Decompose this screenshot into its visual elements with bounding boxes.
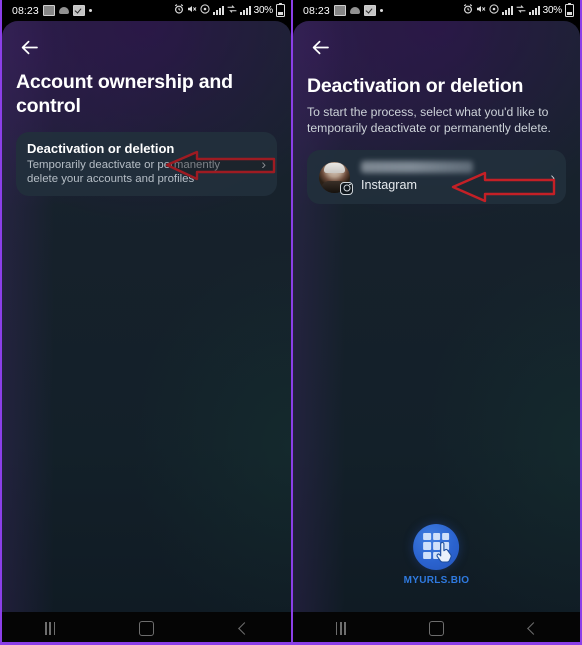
- pointing-hand-icon: [436, 541, 453, 563]
- status-clock-2: 08:23: [303, 4, 330, 17]
- image-icon-2: [333, 5, 346, 16]
- signal-bars-icon-3: [501, 6, 513, 15]
- mute-icon-2: [476, 4, 486, 17]
- home-icon-2: [428, 621, 444, 636]
- content-left: Account ownership and control Deactivati…: [2, 21, 291, 612]
- back-chevron-icon: [237, 622, 251, 635]
- grid-icon: [423, 533, 450, 559]
- myurls-logo-icon: [413, 524, 460, 570]
- battery-icon: [276, 2, 285, 17]
- recents-icon: [44, 622, 56, 635]
- back-arrow-icon: [21, 40, 38, 54]
- cloud-upload-icon-2: [349, 7, 360, 14]
- android-nav-bar-left: [2, 612, 291, 645]
- chevron-right-icon: ›: [261, 155, 266, 172]
- status-clock: 08:23: [12, 4, 39, 17]
- signal-bars-icon-2: [239, 6, 251, 15]
- instagram-badge-icon: [340, 181, 353, 195]
- cloud-upload-icon: [58, 7, 69, 14]
- home-icon: [138, 621, 154, 636]
- status-bar-left: 08:23 30%: [2, 0, 291, 21]
- phone-screen-left: 08:23 30% Account ownership and control …: [2, 0, 291, 645]
- alarm-icon-2: [463, 4, 473, 17]
- card-description: Temporarily deactivate or permanently de…: [27, 159, 221, 186]
- card-row: Deactivation or deletion Temporarily dea…: [16, 132, 277, 196]
- checkbox-icon-2: [363, 5, 376, 16]
- dot-icon-2: [379, 9, 383, 12]
- content-right: Deactivation or deletion To start the pr…: [293, 21, 580, 612]
- phone-screen-right: 08:23 30% Deactivation or deletion To st…: [293, 0, 580, 645]
- alarm-icon: [174, 4, 184, 17]
- wifi-hotspot-icon: [199, 4, 210, 17]
- deactivation-or-deletion-card[interactable]: Deactivation or deletion Temporarily dea…: [16, 132, 277, 197]
- wifi-hotspot-icon-2: [488, 4, 499, 17]
- card-title: Deactivation or deletion: [27, 141, 175, 156]
- page-title-2: Deactivation or deletion: [307, 75, 524, 97]
- back-button-2[interactable]: [307, 34, 333, 60]
- status-bar-right-group: 30%: [174, 2, 285, 17]
- image-icon: [42, 5, 55, 16]
- card-text: Deactivation or deletion Temporarily dea…: [27, 141, 253, 186]
- recents-icon-2: [335, 622, 347, 635]
- phone-panel-left: 08:23 30% Account ownership and control …: [0, 0, 291, 645]
- battery-icon-2: [565, 2, 574, 17]
- nav-recents-button-2[interactable]: [319, 616, 363, 642]
- account-card[interactable]: Instagram ›: [307, 150, 566, 204]
- battery-percent-2: 30%: [542, 5, 563, 16]
- status-bar-right-group-2: 30%: [463, 2, 574, 17]
- phone-panel-right: 08:23 30% Deactivation or deletion To st…: [291, 0, 582, 645]
- dot-icon: [88, 9, 92, 12]
- back-button[interactable]: [16, 34, 42, 60]
- account-platform: Instagram: [361, 178, 417, 192]
- nav-home-button[interactable]: [124, 616, 168, 642]
- battery-percent: 30%: [253, 5, 274, 16]
- nav-recents-button[interactable]: [28, 616, 72, 642]
- checkbox-icon: [72, 5, 85, 16]
- android-nav-bar-right: [293, 612, 580, 645]
- mute-icon: [187, 4, 197, 17]
- screenshot-stage: 08:23 30% Account ownership and control …: [0, 0, 582, 645]
- back-chevron-icon-2: [527, 622, 541, 635]
- signal-bars-icon: [212, 6, 224, 15]
- account-name-redacted: [361, 161, 473, 173]
- status-bar-left-group: 08:23: [12, 5, 92, 17]
- sim-swap-icon: [227, 4, 237, 17]
- signal-bars-icon-4: [528, 6, 540, 15]
- account-row: Instagram ›: [307, 150, 566, 204]
- page-title: Account ownership and control: [16, 71, 233, 117]
- avatar-wrap: [319, 161, 353, 195]
- watermark: MYURLS.BIO: [404, 524, 470, 586]
- status-bar-right: 08:23 30%: [293, 0, 580, 21]
- status-bar-left-group-2: 08:23: [303, 5, 383, 17]
- back-arrow-icon-2: [312, 40, 329, 54]
- nav-back-button-2[interactable]: [510, 616, 554, 642]
- page-subtitle: To start the process, select what you'd …: [307, 105, 551, 135]
- nav-back-button[interactable]: [221, 616, 265, 642]
- nav-home-button-2[interactable]: [414, 616, 458, 642]
- watermark-label: MYURLS.BIO: [403, 575, 470, 586]
- chevron-right-icon-2: ›: [550, 169, 555, 185]
- sim-swap-icon-2: [516, 4, 526, 17]
- account-text: Instagram: [361, 161, 542, 193]
